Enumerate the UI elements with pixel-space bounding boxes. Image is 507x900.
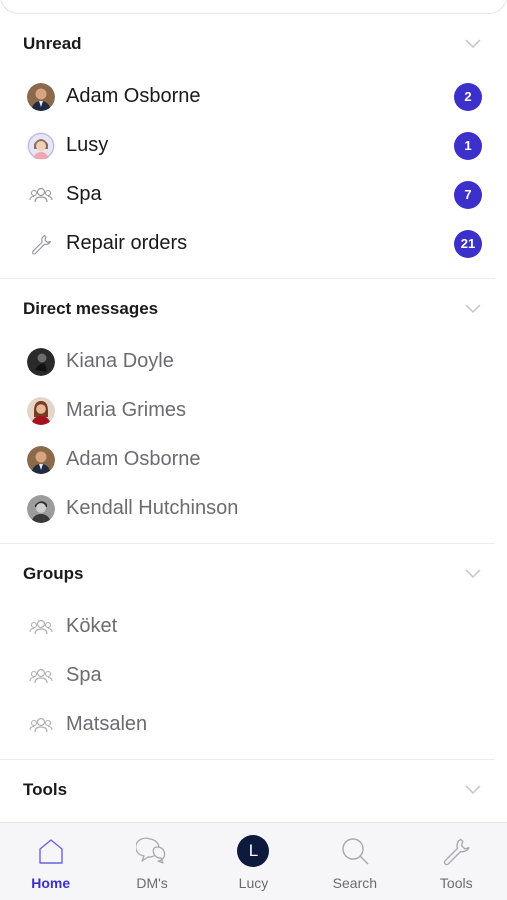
unread-item-repair-orders[interactable]: Repair orders 21 — [0, 219, 495, 268]
group-item-spa[interactable]: Spa — [0, 651, 495, 700]
section-header-tools[interactable]: Tools — [0, 760, 495, 814]
tab-dms[interactable]: DM's — [107, 823, 197, 891]
tab-search[interactable]: Search — [310, 823, 400, 891]
channel-list[interactable]: Unread Adam Osborne 2 Lusy 1 Spa 7 Repai… — [0, 14, 507, 822]
avatar — [26, 396, 56, 426]
tab-label: Home — [31, 875, 71, 891]
tab-label: Search — [332, 875, 378, 891]
avatar — [26, 131, 56, 161]
dm-item-maria-grimes[interactable]: Maria Grimes — [0, 386, 495, 435]
section-unread: Unread Adam Osborne 2 Lusy 1 Spa 7 Repai… — [0, 14, 495, 279]
unread-count-badge: 7 — [454, 180, 482, 209]
list-item-label: Kendall Hutchinson — [66, 497, 239, 519]
group-icon — [26, 710, 56, 740]
list-item-label: Spa — [66, 664, 102, 686]
list-item-label: Adam Osborne — [66, 448, 201, 470]
home-icon — [33, 833, 69, 869]
dm-item-kendall-hutchinson[interactable]: Kendall Hutchinson — [0, 484, 495, 533]
group-icon — [26, 661, 56, 691]
unread-item-adam-osborne[interactable]: Adam Osborne 2 — [0, 72, 495, 121]
dm-item-kiana-doyle[interactable]: Kiana Doyle — [0, 337, 495, 386]
profile-initial: L — [237, 835, 270, 867]
section-direct-messages: Direct messages Kiana Doyle Maria Grimes — [0, 279, 495, 544]
tab-tools[interactable]: Tools — [411, 823, 501, 891]
section-title: Direct messages — [23, 299, 159, 318]
section-header-direct-messages[interactable]: Direct messages — [0, 279, 495, 333]
list-item-label: Maria Grimes — [66, 399, 187, 421]
profile-avatar: L — [235, 833, 271, 869]
list-item-label: Repair orders — [66, 232, 188, 254]
section-title: Unread — [23, 34, 82, 53]
group-icon — [26, 612, 56, 642]
unread-item-lusy[interactable]: Lusy 1 — [0, 121, 495, 170]
dm-item-adam-osborne[interactable]: Adam Osborne — [0, 435, 495, 484]
tab-profile-lucy[interactable]: L Lucy — [208, 823, 298, 891]
list-item-label: Köket — [66, 615, 118, 637]
list-item-label: Matsalen — [66, 713, 148, 735]
group-item-matsalen[interactable]: Matsalen — [0, 700, 495, 749]
top-card-edge — [0, 0, 507, 14]
section-title: Tools — [23, 780, 68, 799]
chevron-down-icon[interactable] — [463, 34, 483, 54]
unread-count-badge: 2 — [454, 82, 482, 111]
unread-item-spa[interactable]: Spa 7 — [0, 170, 495, 219]
avatar — [26, 82, 56, 112]
tab-label: Lucy — [238, 875, 269, 891]
group-item-koket[interactable]: Köket — [0, 602, 495, 651]
list-item-label: Kiana Doyle — [66, 350, 174, 372]
section-title: Groups — [23, 564, 84, 583]
section-header-unread[interactable]: Unread — [0, 14, 495, 68]
tab-label: Tools — [439, 875, 473, 891]
section-groups: Groups Köket Spa Matsalen — [0, 544, 495, 760]
list-item-label: Spa — [66, 183, 102, 205]
avatar — [26, 494, 56, 524]
section-header-groups[interactable]: Groups — [0, 544, 495, 598]
tab-label: DM's — [136, 875, 168, 891]
wrench-icon — [26, 229, 56, 259]
wrench-icon — [438, 833, 474, 869]
chevron-down-icon[interactable] — [463, 780, 483, 800]
chat-bubbles-icon — [134, 833, 170, 869]
avatar — [26, 445, 56, 475]
list-item-label: Lusy — [66, 134, 109, 156]
section-tools: Tools — [0, 760, 495, 814]
bottom-tab-bar: Home DM's L Lucy Search Tools — [0, 822, 507, 900]
search-icon — [337, 833, 373, 869]
chevron-down-icon[interactable] — [463, 299, 483, 319]
group-icon — [26, 180, 56, 210]
list-item-label: Adam Osborne — [66, 85, 201, 107]
unread-count-badge: 1 — [454, 131, 482, 160]
chevron-down-icon[interactable] — [463, 564, 483, 584]
avatar — [26, 347, 56, 377]
unread-count-badge: 21 — [454, 229, 482, 258]
tab-home[interactable]: Home — [6, 823, 96, 891]
